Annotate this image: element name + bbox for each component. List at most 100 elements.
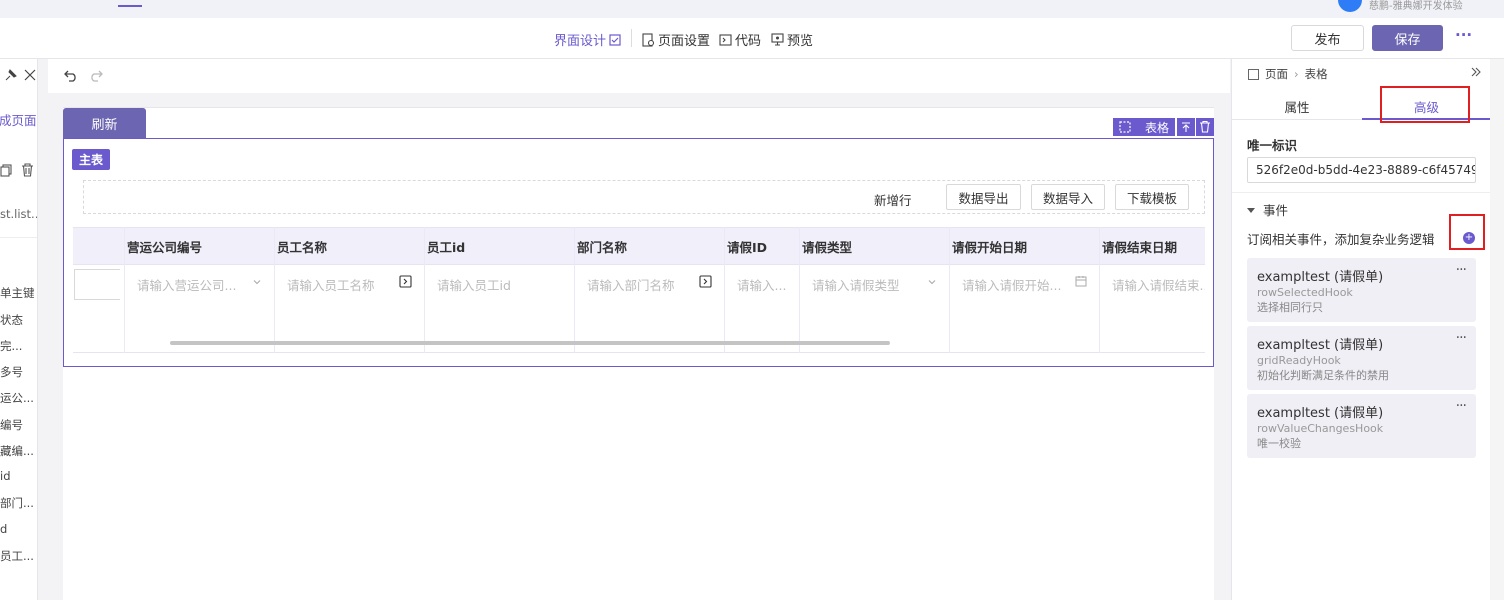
table-cell bbox=[73, 265, 125, 353]
redo-icon[interactable] bbox=[89, 69, 103, 82]
more-options-icon[interactable]: ··· bbox=[1456, 262, 1467, 278]
tab-properties[interactable]: 属性 bbox=[1232, 97, 1362, 116]
tab-page-settings[interactable]: 页面设置 bbox=[641, 30, 710, 49]
tab-preview[interactable]: 预览 bbox=[771, 30, 813, 49]
table-cell[interactable]: 请输入请假开始... bbox=[950, 265, 1100, 353]
tab-ui-design[interactable]: 界面设计 bbox=[554, 30, 621, 49]
refresh-button[interactable]: 刷新 bbox=[63, 108, 146, 138]
event-desc: 选择相同行只 bbox=[1257, 301, 1323, 314]
collapse-panel-icon[interactable] bbox=[1470, 66, 1482, 78]
save-button[interactable]: 保存 bbox=[1372, 25, 1443, 51]
event-title: exampltest (请假单) bbox=[1257, 406, 1384, 421]
add-event-button[interactable]: + bbox=[1463, 232, 1475, 244]
column-header[interactable]: 请假结束日期 bbox=[1100, 227, 1205, 265]
more-options-icon[interactable]: ··· bbox=[1456, 330, 1467, 346]
list-item[interactable]: 编号 bbox=[0, 417, 23, 433]
cell-placeholder: 请输入请假结束... bbox=[1112, 278, 1205, 293]
table-cell[interactable]: 请输入部门名称 bbox=[575, 265, 725, 353]
column-header[interactable]: 请假开始日期 bbox=[950, 227, 1100, 265]
publish-button[interactable]: 发布 bbox=[1291, 25, 1364, 51]
data-grid: 营运公司编号 请输入营运公司... 员工名称 请输入员工名称 员工id 请输入员… bbox=[73, 227, 1205, 353]
tab-label: 预览 bbox=[787, 34, 814, 49]
component-tag[interactable]: 表格 bbox=[1113, 118, 1175, 136]
events-hint: 订阅相关事件，添加复杂业务逻辑 bbox=[1247, 232, 1435, 247]
canvas-toolbar bbox=[48, 59, 1230, 93]
top-strip: 慈鹏-雅典娜开发体验 bbox=[0, 0, 1504, 18]
add-row-button[interactable]: 新增行 bbox=[874, 190, 912, 209]
list-item[interactable]: d bbox=[0, 522, 7, 536]
org-name: 慈鹏-雅典娜开发体验 bbox=[1369, 1, 1463, 12]
avatar[interactable] bbox=[1338, 0, 1362, 12]
delete-icon[interactable] bbox=[21, 163, 34, 177]
generate-page-link[interactable]: 成页面 bbox=[0, 110, 37, 129]
column-header[interactable]: 请假ID bbox=[725, 227, 800, 265]
column-header[interactable]: 营运公司编号 bbox=[125, 227, 275, 265]
list-item[interactable]: 藏编... bbox=[0, 443, 34, 459]
import-data-button[interactable]: 数据导入 bbox=[1031, 184, 1105, 210]
cell-input[interactable] bbox=[74, 269, 120, 300]
breadcrumb: 页面 › 表格 bbox=[1248, 66, 1328, 82]
move-up-button[interactable] bbox=[1177, 118, 1195, 136]
left-panel: 成页面 st.list... 单主键 状态 完... 多号 运公... 编号 藏… bbox=[0, 59, 38, 600]
column-header[interactable]: 请假类型 bbox=[800, 227, 950, 265]
event-title: exampltest (请假单) bbox=[1257, 270, 1384, 285]
cell-placeholder: 请输入请假开始... bbox=[962, 278, 1062, 293]
breadcrumb-item[interactable]: 表格 bbox=[1305, 66, 1328, 82]
divider bbox=[0, 237, 37, 238]
column-header[interactable]: 部门名称 bbox=[575, 227, 725, 265]
table-cell[interactable]: 请输入请假类型 bbox=[800, 265, 950, 353]
plus-icon: + bbox=[1464, 232, 1474, 243]
list-item[interactable]: 状态 bbox=[0, 312, 23, 328]
section-divider bbox=[1232, 192, 1491, 193]
table-cell[interactable]: 请输入员工名称 bbox=[275, 265, 425, 353]
list-item[interactable]: 完... bbox=[0, 338, 22, 354]
list-item[interactable]: 单主键 bbox=[0, 285, 35, 301]
list-item[interactable]: 员工... bbox=[0, 548, 34, 564]
list-item[interactable]: st.list... bbox=[0, 207, 37, 221]
event-card[interactable]: exampltest (请假单) rowSelectedHook 选择相同行只 … bbox=[1247, 258, 1476, 322]
highlight-box bbox=[1380, 86, 1470, 123]
more-options-icon[interactable]: ··· bbox=[1456, 398, 1467, 414]
tab-code[interactable]: 代码 bbox=[719, 30, 761, 49]
table-cell[interactable]: 请输入请假结束... bbox=[1100, 265, 1205, 353]
close-icon[interactable] bbox=[24, 69, 36, 81]
table-cell[interactable]: 请输入... bbox=[725, 265, 800, 353]
list-item[interactable]: 部门... bbox=[0, 495, 34, 511]
event-hook: rowValueChangesHook bbox=[1257, 422, 1384, 435]
event-hook: gridReadyHook bbox=[1257, 354, 1341, 367]
trash-icon bbox=[1200, 120, 1210, 133]
list-item[interactable]: 运公... bbox=[0, 390, 34, 406]
table-cell[interactable]: 请输入员工id bbox=[425, 265, 575, 353]
undo-icon[interactable] bbox=[64, 69, 78, 82]
event-desc: 初始化判断满足条件的禁用 bbox=[1257, 369, 1389, 382]
list-item[interactable]: id bbox=[0, 469, 11, 483]
copy-icon[interactable] bbox=[0, 164, 12, 177]
unique-id-label: 唯一标识 bbox=[1247, 138, 1298, 153]
export-data-button[interactable]: 数据导出 bbox=[946, 184, 1021, 210]
table-select-icon bbox=[1119, 121, 1131, 133]
event-card[interactable]: exampltest (请假单) gridReadyHook 初始化判断满足条件… bbox=[1247, 326, 1476, 390]
table-component[interactable]: 主表 新增行 数据导出 数据导入 下载模板 营运公司编号 请输入营运公司... … bbox=[63, 138, 1214, 367]
calendar-icon bbox=[1075, 275, 1087, 353]
chevron-right-icon: › bbox=[1294, 67, 1299, 81]
pin-icon[interactable] bbox=[4, 69, 17, 82]
more-button[interactable]: ··· bbox=[1455, 26, 1472, 44]
table-cell[interactable]: 请输入营运公司... bbox=[125, 265, 275, 353]
tab-label: 界面设计 bbox=[554, 34, 607, 49]
events-section-header[interactable]: 事件 bbox=[1247, 200, 1288, 219]
component-tag-label: 表格 bbox=[1144, 120, 1169, 135]
breadcrumb-item[interactable]: 页面 bbox=[1265, 66, 1288, 82]
delete-component-button[interactable] bbox=[1196, 118, 1214, 136]
tab-label: 页面设置 bbox=[658, 34, 711, 49]
list-item[interactable]: 多号 bbox=[0, 364, 23, 380]
event-hook: rowSelectedHook bbox=[1257, 286, 1353, 299]
events-section-title: 事件 bbox=[1263, 203, 1289, 218]
page-scrollbar[interactable] bbox=[1490, 59, 1504, 600]
event-card[interactable]: exampltest (请假单) rowValueChangesHook 唯一校… bbox=[1247, 394, 1476, 458]
unique-id-field[interactable]: 526f2e0d-b5dd-4e23-8889-c6f45749dc bbox=[1247, 157, 1476, 183]
horizontal-scrollbar[interactable] bbox=[170, 341, 890, 345]
download-template-button[interactable]: 下载模板 bbox=[1115, 184, 1189, 210]
column-header[interactable]: 员工名称 bbox=[275, 227, 425, 265]
main-table-tag: 主表 bbox=[72, 149, 110, 170]
column-header[interactable]: 员工id bbox=[425, 227, 575, 265]
